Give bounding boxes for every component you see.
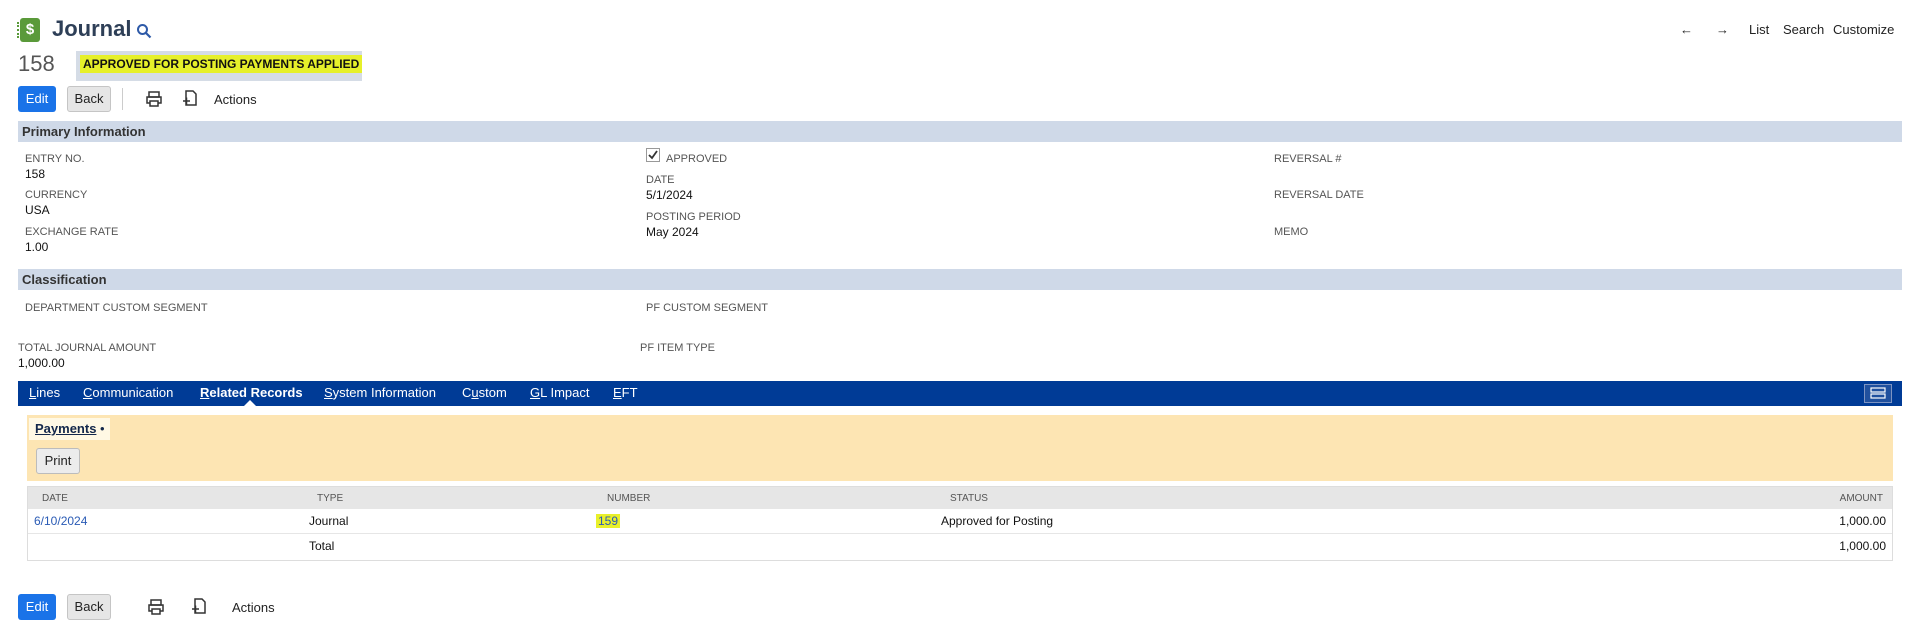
subtab-bar: Lines Communication Related Records Syst… bbox=[18, 381, 1902, 406]
previous-record-arrow[interactable]: ← bbox=[1680, 22, 1693, 37]
next-record-arrow[interactable]: → bbox=[1716, 22, 1729, 37]
total-label: Total bbox=[309, 539, 335, 553]
print-icon[interactable] bbox=[147, 598, 165, 616]
column-header-amount[interactable]: AMOUNT bbox=[1840, 493, 1883, 504]
back-button[interactable]: Back bbox=[67, 86, 111, 112]
entry-no-label: ENTRY NO. bbox=[25, 153, 85, 165]
posting-period-value: May 2024 bbox=[646, 225, 699, 239]
date-label: DATE bbox=[646, 174, 675, 186]
tab-custom[interactable]: Custom bbox=[462, 385, 507, 400]
section-primary-information[interactable]: Primary Information bbox=[18, 121, 1902, 142]
tab-gl-impact[interactable]: GL Impact bbox=[530, 385, 590, 400]
column-header-status[interactable]: STATUS bbox=[950, 493, 988, 504]
reversal-date-label: REVERSAL DATE bbox=[1274, 189, 1364, 201]
tab-related-records[interactable]: Related Records bbox=[200, 385, 303, 400]
column-header-type[interactable]: TYPE bbox=[317, 493, 343, 504]
approved-checkbox bbox=[646, 148, 660, 162]
pf-item-type-label: PF ITEM TYPE bbox=[640, 342, 715, 354]
actions-menu[interactable]: Actions bbox=[214, 92, 257, 107]
table-row: 6/10/2024 Journal 159 Approved for Posti… bbox=[28, 509, 1892, 534]
tab-eft[interactable]: EFT bbox=[613, 385, 638, 400]
department-segment-label: DEPARTMENT CUSTOM SEGMENT bbox=[25, 302, 208, 314]
print-icon[interactable] bbox=[145, 90, 163, 108]
status-badge: APPROVED FOR POSTING PAYMENTS APPLIED bbox=[76, 51, 363, 81]
record-number: 158 bbox=[18, 51, 55, 76]
row-amount: 1,000.00 bbox=[1839, 514, 1886, 528]
payments-sublist-panel: Payments • Print bbox=[27, 415, 1893, 481]
table-total-row: Total 1,000.00 bbox=[28, 534, 1892, 559]
edit-button[interactable]: Edit bbox=[18, 86, 56, 112]
tab-menu-icon[interactable] bbox=[1864, 384, 1892, 403]
entry-no-value: 158 bbox=[25, 167, 46, 181]
row-number-link[interactable]: 159 bbox=[596, 514, 621, 528]
reversal-no-label: REVERSAL # bbox=[1274, 153, 1342, 165]
posting-period-label: POSTING PERIOD bbox=[646, 211, 741, 223]
pf-custom-segment-label: PF CUSTOM SEGMENT bbox=[646, 302, 769, 314]
search-link[interactable]: Search bbox=[1783, 22, 1824, 37]
customize-link[interactable]: Customize bbox=[1833, 22, 1894, 37]
tab-lines[interactable]: Lines bbox=[29, 385, 60, 400]
exchange-rate-label: EXCHANGE RATE bbox=[25, 226, 119, 238]
exchange-rate-value: 1.00 bbox=[25, 240, 49, 254]
total-amount: 1,000.00 bbox=[1839, 539, 1886, 553]
row-status: Approved for Posting bbox=[941, 514, 1054, 528]
status-text: APPROVED FOR POSTING PAYMENTS APPLIED bbox=[80, 55, 363, 73]
list-link[interactable]: List bbox=[1749, 22, 1769, 37]
subtab-payments-label: Payments bbox=[35, 421, 97, 436]
total-journal-amount-value: 1,000.00 bbox=[18, 356, 65, 370]
search-icon[interactable] bbox=[136, 23, 152, 39]
new-document-icon[interactable] bbox=[191, 597, 209, 615]
memo-label: MEMO bbox=[1274, 226, 1309, 238]
approved-label: APPROVED bbox=[666, 153, 728, 165]
edit-button-bottom[interactable]: Edit bbox=[18, 594, 56, 620]
total-journal-amount-label: TOTAL JOURNAL AMOUNT bbox=[18, 342, 157, 354]
toolbar-divider bbox=[122, 88, 123, 110]
actions-menu-bottom[interactable]: Actions bbox=[232, 600, 275, 615]
checkmark-icon bbox=[648, 150, 658, 160]
currency-label: CURRENCY bbox=[25, 189, 88, 201]
tab-system-information[interactable]: System Information bbox=[324, 385, 436, 400]
subtab-payments[interactable]: Payments • bbox=[29, 418, 110, 440]
journal-record-icon: $ bbox=[17, 18, 40, 42]
row-date-link[interactable]: 6/10/2024 bbox=[34, 514, 87, 528]
page-title: Journal bbox=[52, 16, 132, 41]
print-button[interactable]: Print bbox=[36, 448, 80, 474]
currency-value: USA bbox=[25, 203, 50, 217]
new-document-icon[interactable] bbox=[182, 89, 200, 107]
date-value: 5/1/2024 bbox=[646, 188, 693, 202]
back-button-bottom[interactable]: Back bbox=[67, 594, 111, 620]
active-tab-indicator bbox=[244, 400, 256, 406]
payments-table: DATE TYPE NUMBER STATUS AMOUNT 6/10/2024… bbox=[27, 486, 1893, 561]
tab-communication[interactable]: Communication bbox=[83, 385, 173, 400]
table-header: DATE TYPE NUMBER STATUS AMOUNT bbox=[28, 487, 1892, 509]
section-classification[interactable]: Classification bbox=[18, 269, 1902, 290]
subtab-payments-marker: • bbox=[100, 421, 105, 436]
column-header-number[interactable]: NUMBER bbox=[607, 493, 650, 504]
column-header-date[interactable]: DATE bbox=[42, 493, 68, 504]
row-type: Journal bbox=[309, 514, 349, 528]
